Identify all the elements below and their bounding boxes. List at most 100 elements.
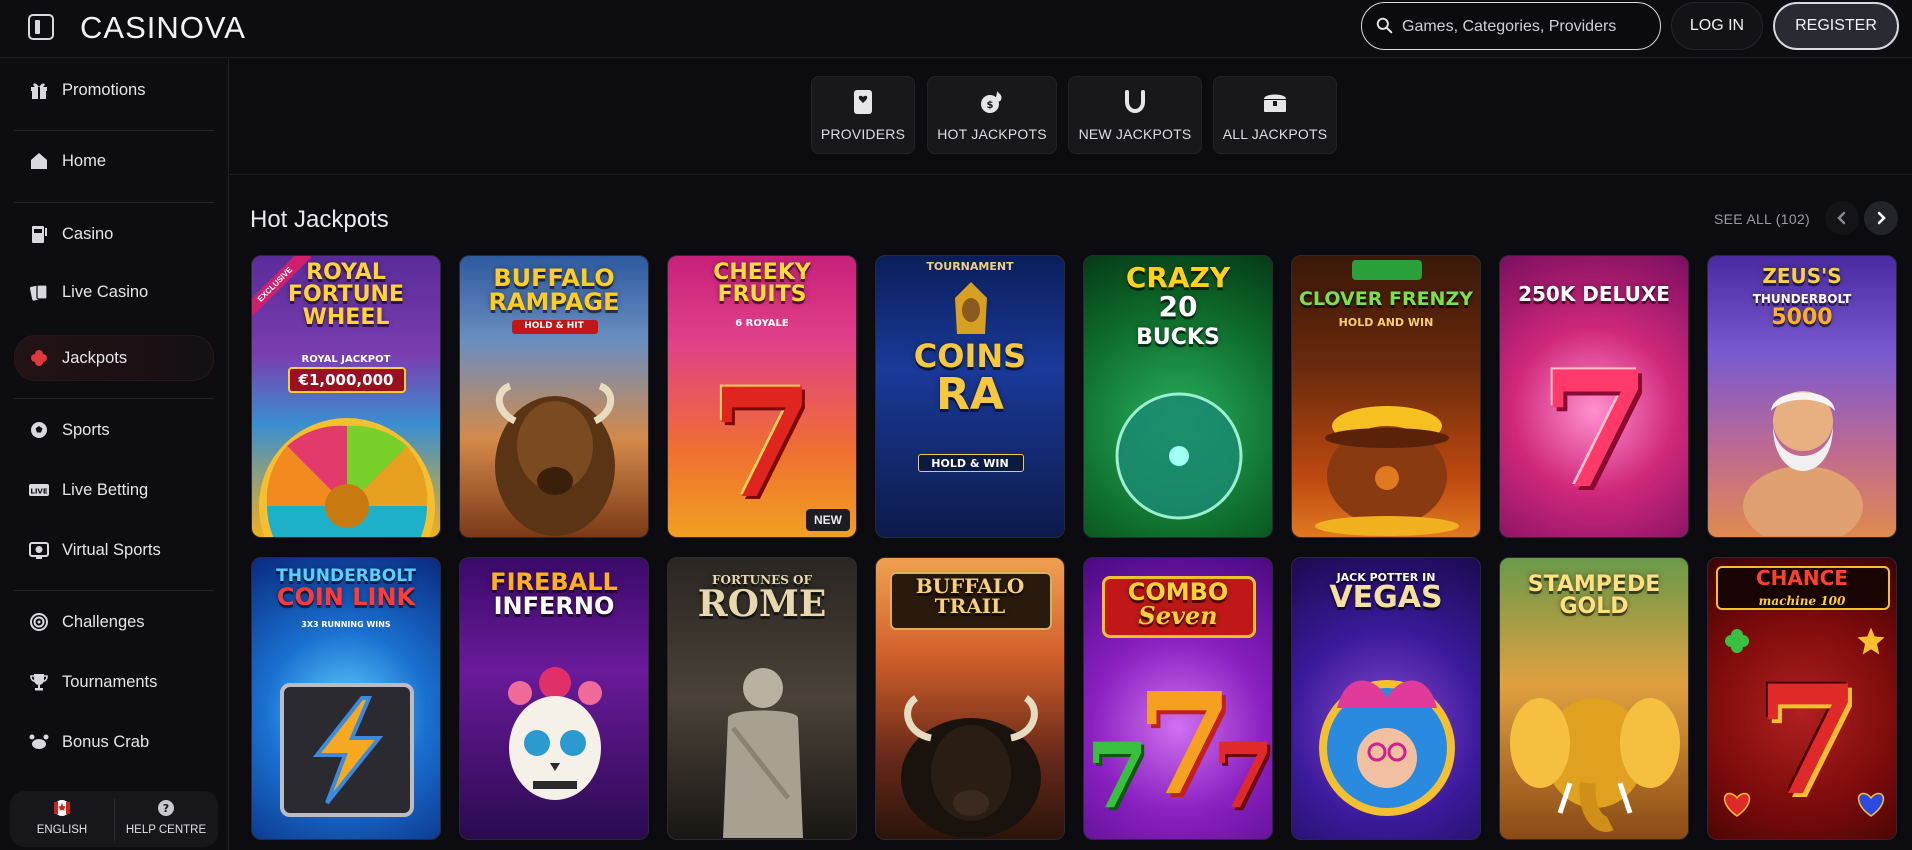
sidebar-item-label: Jackpots: [62, 348, 128, 367]
see-all-link[interactable]: SEE ALL (102): [1714, 211, 1810, 227]
lucky-seven-icon: 7: [1212, 723, 1273, 829]
horseshoe-icon: [1125, 90, 1145, 114]
crab-icon: [28, 731, 50, 753]
treasure-chest-icon: [1264, 94, 1286, 112]
sidebar-item-casino[interactable]: Casino: [14, 211, 214, 257]
sidebar-item-label: Sports: [62, 420, 110, 439]
pharaoh-icon: [955, 282, 987, 334]
search-icon: [1376, 17, 1393, 34]
svg-text:?: ?: [163, 802, 169, 815]
game-tile-clover-frenzy[interactable]: CLOVER FRENZY HOLD AND WIN: [1291, 255, 1481, 538]
lucky-seven-icon: 7: [1086, 723, 1149, 829]
sidebar-item-label: Live Betting: [62, 480, 149, 499]
site-logo[interactable]: CASINOVA: [80, 10, 246, 46]
new-badge: NEW: [806, 509, 850, 531]
live-icon: LIVE: [28, 479, 50, 501]
game-tile-stampede-gold[interactable]: STAMPEDE GOLD: [1499, 557, 1689, 840]
sidebar-item-challenges[interactable]: Challenges: [14, 599, 214, 645]
sidebar-item-live-casino[interactable]: Live Casino: [14, 269, 214, 315]
game-tile-cheeky-fruits-6-royale[interactable]: CHEEKY FRUITS 6 ROYALE 7 NEW: [667, 255, 857, 538]
main-content: PROVIDERS $ HOT JACKPOTS NEW JACKPOTS AL…: [230, 58, 1912, 850]
game-title: CHANCE machine 100: [1756, 566, 1848, 609]
game-title: ZEUS'S THUNDERBOLT 5000: [1752, 264, 1852, 330]
register-button[interactable]: REGISTER: [1773, 2, 1899, 50]
sidebar-item-promotions[interactable]: Promotions: [14, 67, 214, 113]
soccer-ball-icon: [28, 419, 50, 441]
divider: [14, 590, 214, 591]
jester-icon: [1319, 680, 1455, 816]
category-label: NEW JACKPOTS: [1078, 126, 1192, 142]
help-centre-link[interactable]: ? HELP CENTRE: [116, 799, 216, 841]
scroll-right-button[interactable]: [1864, 201, 1898, 235]
trophy-icon: [28, 671, 50, 693]
game-tile-buffalo-trail[interactable]: BUFFALO TRAIL: [875, 557, 1065, 840]
sidebar-item-label: Bonus Crab: [62, 732, 150, 751]
game-tile-fortunes-of-rome[interactable]: FORTUNES OF ROME: [667, 557, 857, 840]
category-label: ALL JACKPOTS: [1222, 126, 1328, 142]
game-tile-crazy-20-bucks[interactable]: CRAZY 20 BUCKS: [1083, 255, 1273, 538]
sidebar-item-sports[interactable]: Sports: [14, 407, 214, 453]
language-label: ENGLISH: [36, 824, 88, 836]
game-title: COINS RA: [913, 337, 1027, 420]
game-title: CLOVER FRENZY: [1299, 288, 1473, 310]
scroll-left-button[interactable]: [1825, 201, 1859, 235]
pot-of-gold-icon: [1315, 406, 1459, 536]
sidebar-item-jackpots[interactable]: Jackpots: [14, 335, 214, 381]
chevron-left-icon: [1837, 211, 1846, 225]
sidebar-item-live-betting[interactable]: LIVE Live Betting: [14, 467, 214, 513]
game-tile-thunderbolt-coin-link[interactable]: THUNDERBOLT COIN LINK 3X3 RUNNING WINS: [251, 557, 441, 840]
sidebar-item-label: Challenges: [62, 612, 145, 631]
sidebar-item-tournaments[interactable]: Tournaments: [14, 659, 214, 705]
language-selector[interactable]: ENGLISH: [12, 799, 112, 841]
game-tile-250k-deluxe[interactable]: 250K DELUXE 7: [1499, 255, 1689, 538]
sidebar-item-label: Virtual Sports: [62, 540, 161, 559]
sidebar-item-home[interactable]: Home: [14, 138, 214, 184]
category-label: HOT JACKPOTS: [937, 126, 1047, 142]
game-title: CRAZY 20 BUCKS: [1125, 261, 1231, 351]
sidebar: Promotions Home Casino Live Casino Jackp…: [0, 58, 229, 850]
game-title: STAMPEDE GOLD: [1527, 572, 1661, 620]
divider: [14, 130, 214, 131]
game-title: FIREBALL INFERNO: [490, 568, 618, 621]
search-box[interactable]: [1361, 2, 1661, 50]
game-title: CHEEKY FRUITS: [713, 260, 811, 308]
section-title: Hot Jackpots: [250, 206, 389, 233]
category-providers[interactable]: PROVIDERS: [811, 76, 915, 154]
game-subtitle: HOLD & WIN: [931, 457, 1009, 470]
sidebar-toggle-icon[interactable]: [28, 14, 54, 40]
help-label: HELP CENTRE: [125, 824, 207, 836]
divider: [14, 202, 214, 203]
lightning-bolt-icon: [312, 696, 384, 805]
target-icon: [28, 611, 50, 633]
game-tile-coins-of-ra[interactable]: TOURNAMENT COINS RA HOLD & WIN: [875, 255, 1065, 538]
sidebar-item-bonus-crab[interactable]: Bonus Crab: [14, 719, 214, 765]
game-tile-combo-seven[interactable]: COMBO Seven 7 7 7: [1083, 557, 1273, 840]
svg-text:LIVE: LIVE: [30, 488, 47, 496]
category-hot-jackpots[interactable]: $ HOT JACKPOTS: [927, 76, 1057, 154]
category-new-jackpots[interactable]: NEW JACKPOTS: [1068, 76, 1202, 154]
heart-icon: [1857, 792, 1885, 817]
game-tile-fireball-inferno[interactable]: FIREBALL INFERNO: [459, 557, 649, 840]
divider: [114, 799, 115, 841]
crystal-ball-icon: [1115, 392, 1243, 520]
game-tile-royal-fortune-wheel[interactable]: EXCLUSIVE ROYAL FORTUNE WHEEL ROYAL JACKPO…: [251, 255, 441, 538]
gift-icon: [28, 79, 50, 101]
jackpot-value: €1,000,000: [298, 371, 394, 389]
heart-icon: [1723, 792, 1751, 817]
game-tile-jack-potter-in-vegas[interactable]: JACK POTTER IN VEGAS: [1291, 557, 1481, 840]
game-subtitle: HOLD & HIT: [524, 321, 584, 331]
game-tile-zeus-thunderbolt-5000[interactable]: ZEUS'S THUNDERBOLT 5000: [1707, 255, 1897, 538]
game-tile-buffalo-rampage[interactable]: BUFFALO RAMPAGE HOLD & HIT: [459, 255, 649, 538]
game-tile-chance-machine-100[interactable]: CHANCE machine 100 7: [1707, 557, 1897, 840]
login-button[interactable]: LOG IN: [1671, 2, 1763, 50]
search-input[interactable]: [1402, 13, 1652, 41]
game-title: THUNDERBOLT COIN LINK: [276, 566, 416, 612]
lucky-seven-icon: 7: [710, 356, 815, 532]
svg-text:$: $: [987, 100, 994, 111]
category-all-jackpots[interactable]: ALL JACKPOTS: [1213, 76, 1337, 154]
help-icon: ?: [158, 800, 174, 816]
game-subtitle: HOLD AND WIN: [1338, 316, 1434, 329]
sidebar-item-virtual-sports[interactable]: Virtual Sports: [14, 527, 214, 573]
sidebar-item-label: Tournaments: [62, 672, 158, 691]
virtual-sports-icon: [28, 539, 50, 561]
